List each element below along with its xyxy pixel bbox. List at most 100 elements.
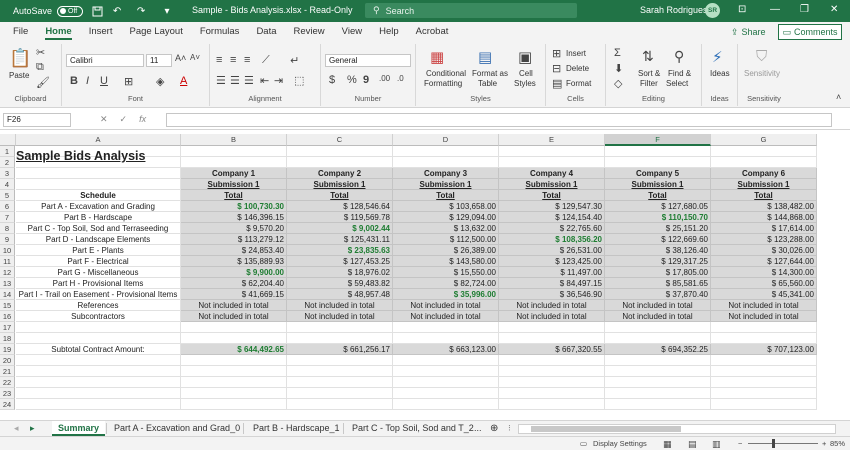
cell[interactable] — [16, 377, 181, 388]
styles-button-label[interactable]: Styles — [514, 79, 536, 88]
cell-label[interactable]: Cell — [519, 69, 533, 78]
bid-value[interactable]: $ 123,425.00 — [499, 256, 605, 267]
row-header-5[interactable]: 5 — [0, 190, 15, 201]
cell[interactable] — [393, 146, 499, 157]
line-item-name[interactable]: Part I - Trail on Easement - Provisional… — [16, 289, 181, 300]
bid-value[interactable]: $ 129,094.00 — [393, 212, 499, 223]
total-header[interactable]: Total — [605, 190, 711, 201]
cell[interactable] — [16, 333, 181, 344]
bid-value[interactable]: $ 82,724.00 — [393, 278, 499, 289]
percent-icon[interactable]: % — [347, 74, 357, 86]
page-layout-view-icon[interactable]: ▤ — [688, 439, 697, 450]
cell[interactable] — [181, 322, 287, 333]
font-name-select[interactable]: Calibri — [66, 54, 144, 67]
bid-value[interactable]: $ 125,431.11 — [287, 234, 393, 245]
sheet-tab-part-b[interactable]: Part B - Hardscape_1 — [253, 421, 340, 436]
bid-value[interactable]: $ 25,151.20 — [605, 223, 711, 234]
find-select-icon[interactable]: ⚲ — [674, 48, 684, 65]
bid-value[interactable]: $ 85,581.65 — [605, 278, 711, 289]
bid-value[interactable]: $ 18,976.02 — [287, 267, 393, 278]
subtotal-value[interactable]: $ 644,492.65 — [181, 344, 287, 355]
cell[interactable] — [287, 377, 393, 388]
subtotal-value[interactable]: $ 661,256.17 — [287, 344, 393, 355]
cell[interactable] — [711, 388, 817, 399]
row-header-18[interactable]: 18 — [0, 333, 15, 344]
cell[interactable] — [287, 366, 393, 377]
cell[interactable] — [287, 157, 393, 168]
sort-label[interactable]: Sort & — [638, 69, 660, 78]
autosum-icon[interactable]: Σ — [614, 47, 621, 59]
ideas-button-label[interactable]: Ideas — [710, 69, 730, 78]
row-header-10[interactable]: 10 — [0, 245, 15, 256]
align-right-icon[interactable]: ☰ — [244, 74, 254, 87]
row-header-24[interactable]: 24 — [0, 399, 15, 410]
formula-input[interactable] — [166, 113, 832, 127]
total-header[interactable]: Total — [181, 190, 287, 201]
cell[interactable] — [605, 157, 711, 168]
zoom-level[interactable]: 85% — [830, 439, 845, 448]
search-box[interactable]: ⚲ Search — [365, 3, 577, 18]
bid-value[interactable]: $ 128,546.64 — [287, 201, 393, 212]
bid-value[interactable]: Not included in total — [393, 300, 499, 311]
row-header-9[interactable]: 9 — [0, 234, 15, 245]
total-header[interactable]: Total — [711, 190, 817, 201]
display-settings-icon[interactable]: ▭ — [580, 439, 587, 448]
row-header-17[interactable]: 17 — [0, 322, 15, 333]
top-align-icon[interactable]: ≡ — [216, 54, 222, 66]
company-header[interactable]: Company 5 — [605, 168, 711, 179]
tab-formulas[interactable]: Formulas — [200, 22, 240, 42]
bid-value[interactable]: Not included in total — [499, 300, 605, 311]
bid-value[interactable]: Not included in total — [181, 311, 287, 322]
cell[interactable] — [499, 355, 605, 366]
column-header-f[interactable]: F — [605, 134, 711, 146]
row-header-6[interactable]: 6 — [0, 201, 15, 212]
bid-value[interactable]: Not included in total — [393, 311, 499, 322]
decrease-font-icon[interactable]: A˅ — [190, 53, 200, 62]
bid-value[interactable]: $ 9,900.00 — [181, 267, 287, 278]
find-label[interactable]: Find & — [668, 69, 691, 78]
bid-value[interactable]: $ 23,835.63 — [287, 245, 393, 256]
autosave-toggle[interactable]: Off — [57, 5, 84, 17]
schedule-header[interactable]: Schedule — [16, 190, 181, 201]
bid-value[interactable]: $ 17,614.00 — [711, 223, 817, 234]
bid-value[interactable]: Not included in total — [711, 300, 817, 311]
italic-icon[interactable]: I — [86, 75, 89, 87]
format-cells-icon[interactable]: ▤ — [552, 77, 562, 90]
tab-home[interactable]: Home — [45, 22, 73, 42]
cell[interactable] — [499, 388, 605, 399]
bid-value[interactable]: $ 127,680.05 — [605, 201, 711, 212]
bid-value[interactable]: $ 138,482.00 — [711, 201, 817, 212]
format-cells-label[interactable]: Format — [566, 79, 591, 88]
tab-data[interactable]: Data — [256, 22, 276, 42]
company-header[interactable]: Company 4 — [499, 168, 605, 179]
tab-review[interactable]: Review — [294, 22, 325, 42]
minimize-icon[interactable]: — — [770, 4, 780, 15]
clear-icon[interactable]: ◇ — [614, 77, 622, 90]
cell[interactable] — [181, 399, 287, 410]
zoom-in-icon[interactable]: + — [822, 439, 826, 448]
cell[interactable] — [499, 322, 605, 333]
line-item-name[interactable]: Part A - Excavation and Grading — [16, 201, 181, 212]
bid-value[interactable]: $ 38,126.40 — [605, 245, 711, 256]
sheet-tab-part-c[interactable]: Part C - Top Soil, Sod and T_2 — [352, 421, 474, 436]
cell[interactable] — [711, 322, 817, 333]
bid-value[interactable]: $ 144,868.00 — [711, 212, 817, 223]
wrap-text-icon[interactable]: ↵ — [290, 54, 299, 67]
bid-value[interactable]: $ 48,957.48 — [287, 289, 393, 300]
bid-value[interactable]: $ 14,300.00 — [711, 267, 817, 278]
cell[interactable] — [605, 377, 711, 388]
middle-align-icon[interactable]: ≡ — [230, 54, 236, 66]
subtotal-value[interactable]: $ 694,352.25 — [605, 344, 711, 355]
cell[interactable] — [605, 366, 711, 377]
font-size-select[interactable]: 11 — [146, 54, 172, 67]
submission-header[interactable]: Submission 1 — [393, 179, 499, 190]
name-box[interactable]: F26 — [3, 113, 71, 127]
row-header-4[interactable]: 4 — [0, 179, 15, 190]
row-header-15[interactable]: 15 — [0, 300, 15, 311]
cell[interactable] — [287, 399, 393, 410]
conditional-formatting-icon[interactable]: ▦ — [430, 48, 444, 66]
bid-value[interactable]: Not included in total — [499, 311, 605, 322]
bid-value[interactable]: Not included in total — [287, 300, 393, 311]
bid-value[interactable]: $ 65,560.00 — [711, 278, 817, 289]
cell[interactable] — [499, 366, 605, 377]
